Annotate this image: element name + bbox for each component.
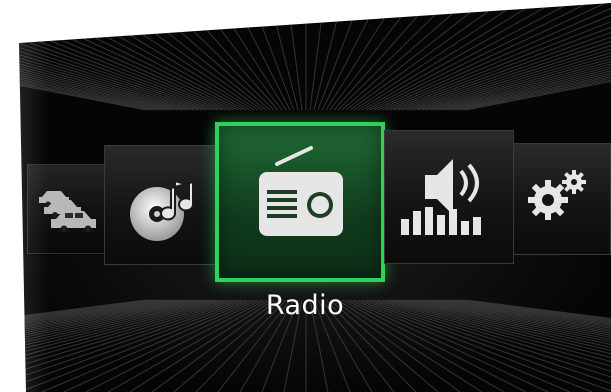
speaker-volume-icon <box>401 159 481 235</box>
selected-item-label: Radio <box>265 290 345 321</box>
cars-icon <box>39 191 96 233</box>
menu-item-vehicle[interactable] <box>27 164 107 254</box>
menu-item-radio[interactable] <box>215 122 385 282</box>
menu-item-sound[interactable] <box>384 130 514 264</box>
radio-icon <box>259 146 343 236</box>
menu-item-settings[interactable] <box>513 143 611 255</box>
infotainment-screen: Radio <box>19 3 611 392</box>
menu-item-media[interactable] <box>104 145 220 265</box>
gears-icon <box>528 170 586 220</box>
cd-music-note-icon <box>130 179 194 241</box>
